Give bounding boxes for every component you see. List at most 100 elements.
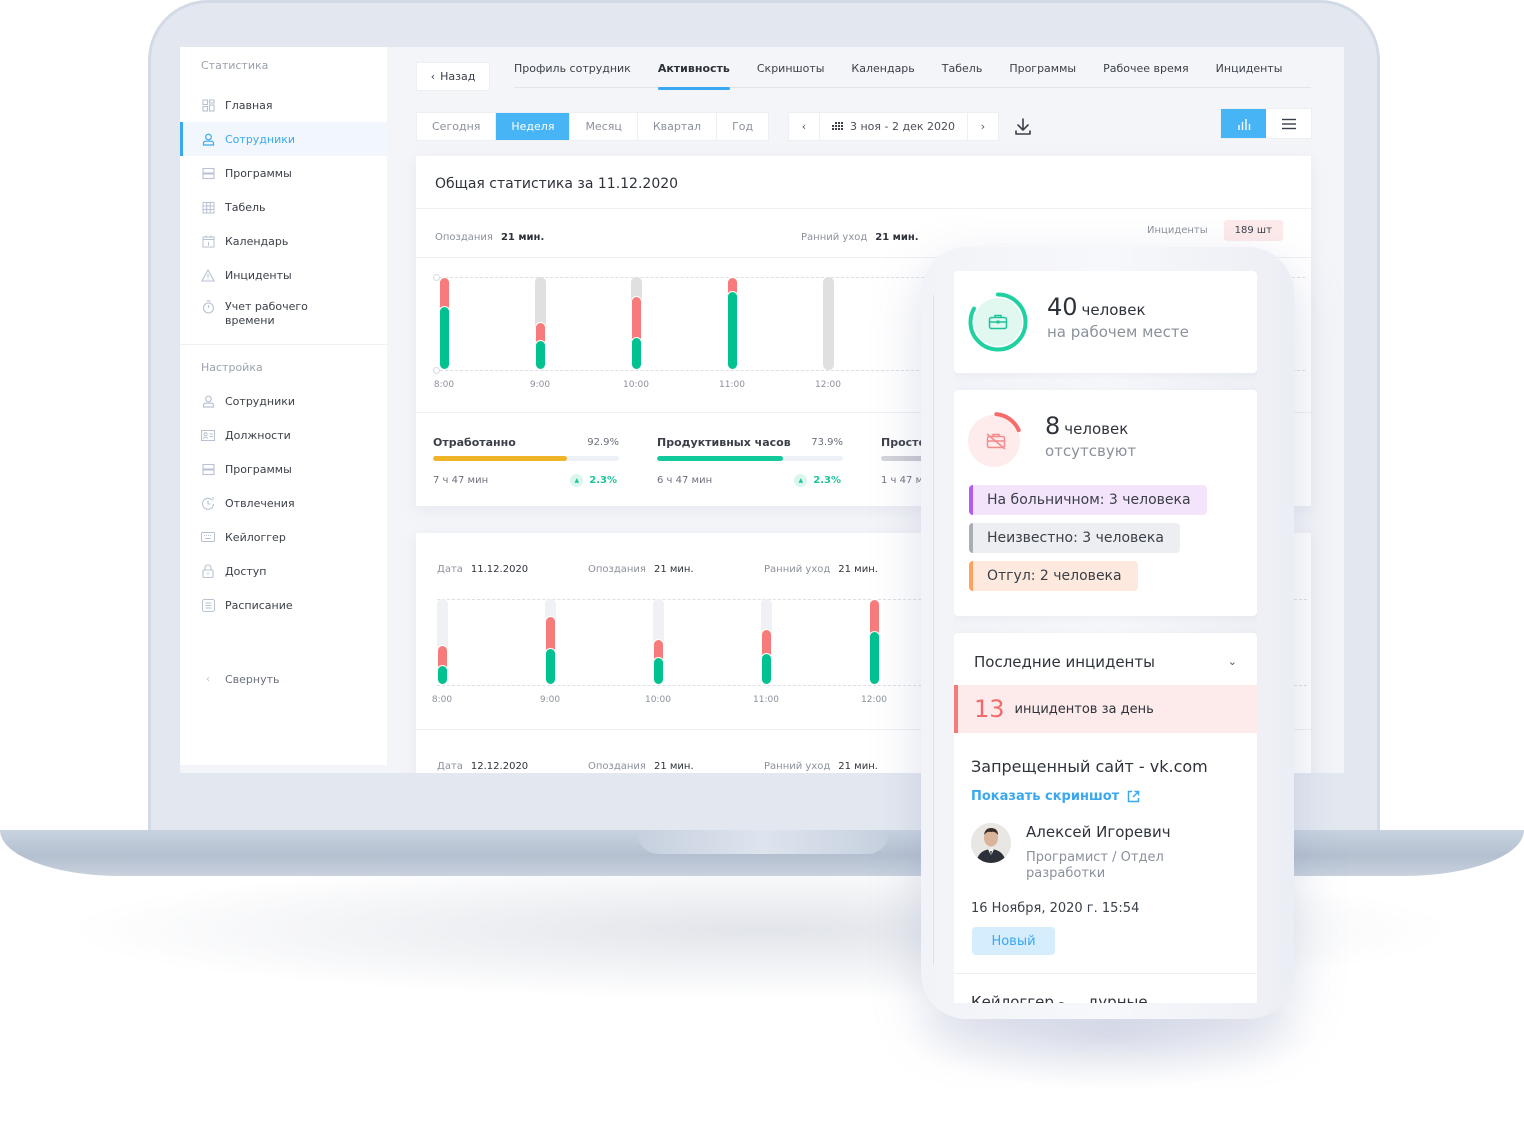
- period-button-4[interactable]: Год: [717, 113, 768, 140]
- early-leave-field-value: 21 мин.: [838, 564, 878, 575]
- sidebar-item-stats-1[interactable]: Сотрудники: [180, 122, 387, 156]
- prev-range-button[interactable]: ‹: [789, 113, 819, 140]
- early-leave-field: Ранний уход 21 мин.: [764, 754, 878, 773]
- metric-delta: ▲ 2.3%: [570, 474, 617, 487]
- bar-group-12:00: [869, 599, 880, 685]
- download-button[interactable]: [1014, 117, 1032, 137]
- sidebar-item-label: Сотрудники: [225, 132, 296, 146]
- sidebar-section-settings: Настройка: [201, 361, 263, 374]
- sidebar-collapse-button[interactable]: ‹ Свернуть: [180, 662, 387, 696]
- tab-0[interactable]: Профиль сотрудник: [514, 62, 631, 88]
- period-button-2[interactable]: Месяц: [570, 113, 638, 140]
- user-icon: [201, 394, 215, 408]
- early-leave-field: Ранний уход 21 мин.: [764, 557, 878, 576]
- sidebar-item-stats-3[interactable]: Табель: [180, 190, 387, 224]
- bar-productive: [653, 656, 664, 685]
- metric-0: Отработанно 92.9% 7 ч 47 мин ▲ 2.3%: [433, 436, 619, 487]
- stack-icon: [201, 462, 215, 476]
- chevron-down-icon[interactable]: ⌄: [1228, 655, 1237, 668]
- x-tick-label: 12:00: [815, 380, 841, 390]
- tab-6[interactable]: Рабочее время: [1103, 62, 1189, 88]
- absent-stat: 8 человек отсутсвуют: [1045, 412, 1136, 460]
- id-card-icon: [201, 428, 215, 442]
- sidebar-item-stats-0[interactable]: Главная: [180, 88, 387, 122]
- bar-group-10:00: [653, 599, 664, 685]
- sidebar-item-label: Программы: [225, 166, 292, 180]
- bar-productive: [535, 340, 546, 370]
- tab-bar: Профиль сотрудник Активность Скриншоты Кале…: [514, 62, 1311, 90]
- absence-tag-label: Отгул: 2 человека: [987, 568, 1122, 584]
- person-role: Програмист / Отдел разработки: [1026, 850, 1164, 881]
- period-button-3[interactable]: Квартал: [638, 113, 718, 140]
- metric-progress-track: [657, 456, 843, 461]
- list-view-button[interactable]: [1266, 109, 1311, 138]
- person-name: Алексей Игоревич: [1026, 823, 1171, 841]
- sidebar-item-label: Инциденты: [225, 268, 292, 282]
- metric-delta: ▲ 2.3%: [794, 474, 841, 487]
- metric-percent: 73.9%: [811, 437, 843, 448]
- sidebar-item-stats-2[interactable]: Программы: [180, 156, 387, 190]
- late-label: Опоздания: [435, 232, 493, 243]
- incidents-label: Инциденты: [1147, 225, 1208, 236]
- sidebar-item-settings-3[interactable]: Отвлечения: [180, 486, 387, 520]
- tab-3[interactable]: Календарь: [851, 62, 914, 88]
- sidebar-item-settings-5[interactable]: Доступ: [180, 554, 387, 588]
- sidebar-item-label: Сотрудники: [225, 394, 296, 408]
- back-button[interactable]: ‹ Назад: [416, 62, 490, 91]
- bar-productive: [761, 653, 772, 685]
- present-unit: человек: [1081, 301, 1146, 319]
- sidebar-item-settings-2[interactable]: Программы: [180, 452, 387, 486]
- chevron-left-icon: ‹: [206, 673, 210, 685]
- absent-card: 8 человек отсутсвуют На больничном: 3 чел…: [954, 390, 1257, 616]
- metric-percent: 92.9%: [587, 437, 619, 448]
- status-badge: Новый: [972, 927, 1055, 955]
- sidebar-item-settings-4[interactable]: Кейлоггер: [180, 520, 387, 554]
- next-range-button[interactable]: ›: [968, 113, 998, 140]
- incidents-count-badge[interactable]: 189 шт: [1223, 220, 1283, 241]
- tab-2[interactable]: Скриншоты: [757, 62, 825, 88]
- briefcase-off-icon: [986, 433, 1006, 450]
- stopwatch-icon: [201, 300, 215, 314]
- bar-group-11:00: [761, 599, 772, 685]
- metric-delta-value: 2.3%: [813, 475, 841, 486]
- divider: [954, 973, 1257, 974]
- period-button-0[interactable]: Сегодня: [417, 113, 497, 140]
- clock-alert-icon: [201, 496, 215, 510]
- briefcase-icon: [988, 314, 1008, 330]
- avatar: [971, 823, 1011, 863]
- metric-time: 7 ч 47 мин: [433, 475, 489, 486]
- sidebar-item-stats-5[interactable]: Инциденты: [180, 258, 387, 292]
- metric-delta-value: 2.3%: [589, 475, 617, 486]
- late-field-label: Опоздания: [588, 761, 646, 772]
- bar-group-9:00: [545, 599, 556, 685]
- bar-productive: [631, 337, 642, 370]
- bar-productive: [437, 665, 448, 685]
- tab-4[interactable]: Табель: [942, 62, 983, 88]
- bar-group-8:00: [437, 599, 448, 685]
- tab-7[interactable]: Инциденты: [1216, 62, 1283, 88]
- absent-label: отсутсвуют: [1045, 442, 1137, 460]
- sidebar-item-stats-4[interactable]: Календарь: [180, 224, 387, 258]
- chart-view-button[interactable]: [1221, 109, 1266, 138]
- date-range-field[interactable]: 3 ноя - 2 дек 2020: [819, 113, 968, 140]
- sidebar-item-stats-6[interactable]: Учет рабочего времени: [180, 292, 387, 336]
- incidents-header: Последние инциденты: [974, 653, 1155, 671]
- incident-time: 16 Ноября, 2020 г. 15:54: [971, 901, 1140, 916]
- sidebar-item-settings-1[interactable]: Должности: [180, 418, 387, 452]
- period-button-1[interactable]: Неделя: [496, 113, 571, 140]
- phone-frame: 40 человек на рабочем месте 8 человек отсу…: [921, 247, 1294, 1019]
- metric-time: 1 ч 47 м: [881, 475, 924, 486]
- sidebar-item-settings-6[interactable]: Расписание: [180, 588, 387, 622]
- bar-group-12:00: [823, 277, 834, 370]
- incidents-card: Последние инциденты ⌄ 13 инцидентов за д…: [954, 633, 1257, 1003]
- metric-progress-track: [433, 456, 619, 461]
- tab-1[interactable]: Активность: [657, 62, 730, 90]
- absence-tag-label: На больничном: 3 человека: [987, 492, 1191, 508]
- late-field-value: 21 мин.: [653, 761, 694, 772]
- sidebar-item-label: Отвлечения: [225, 496, 295, 510]
- show-screenshot-link[interactable]: Показать скриншот: [971, 789, 1140, 804]
- phone-edge-line: [933, 295, 934, 965]
- late-field: Опоздания 21 мин.: [588, 754, 694, 773]
- sidebar-item-settings-0[interactable]: Сотрудники: [180, 384, 387, 418]
- tab-5[interactable]: Программы: [1009, 62, 1076, 88]
